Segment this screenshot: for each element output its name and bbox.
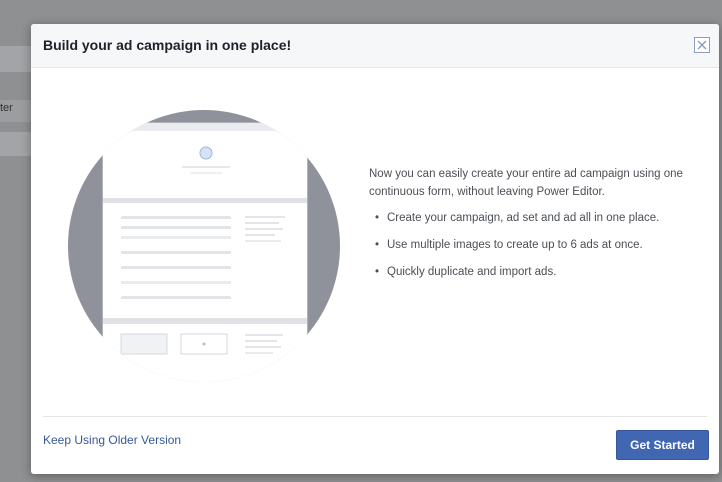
feature-item: • Quickly duplicate and import ads.	[369, 263, 704, 281]
modal-title: Build your ad campaign in one place!	[43, 37, 292, 53]
feature-item: • Use multiple images to create up to 6 …	[369, 236, 704, 254]
close-button[interactable]	[694, 37, 710, 53]
modal-body-text: Now you can easily create your entire ad…	[369, 165, 704, 290]
intro-text: Now you can easily create your entire ad…	[369, 168, 683, 198]
campaign-modal: Build your ad campaign in one place! Now…	[31, 24, 719, 474]
keep-older-version-link[interactable]: Keep Using Older Version	[43, 433, 181, 447]
feature-text: Use multiple images to create up to 6 ad…	[387, 239, 643, 251]
form-illustration	[68, 106, 342, 384]
feature-text: Quickly duplicate and import ads.	[387, 266, 557, 278]
get-started-button[interactable]: Get Started	[616, 430, 709, 460]
feature-item: • Create your campaign, ad set and ad al…	[369, 209, 704, 227]
modal-footer: Keep Using Older Version Get Started	[43, 416, 709, 474]
feature-list: • Create your campaign, ad set and ad al…	[369, 209, 704, 281]
close-icon	[697, 40, 707, 50]
bullet-icon: •	[375, 239, 380, 251]
background-text: ter	[0, 102, 13, 114]
bullet-icon: •	[375, 266, 380, 278]
bullet-icon: •	[375, 212, 380, 224]
feature-text: Create your campaign, ad set and ad all …	[387, 212, 660, 224]
modal-header: Build your ad campaign in one place!	[31, 24, 719, 68]
